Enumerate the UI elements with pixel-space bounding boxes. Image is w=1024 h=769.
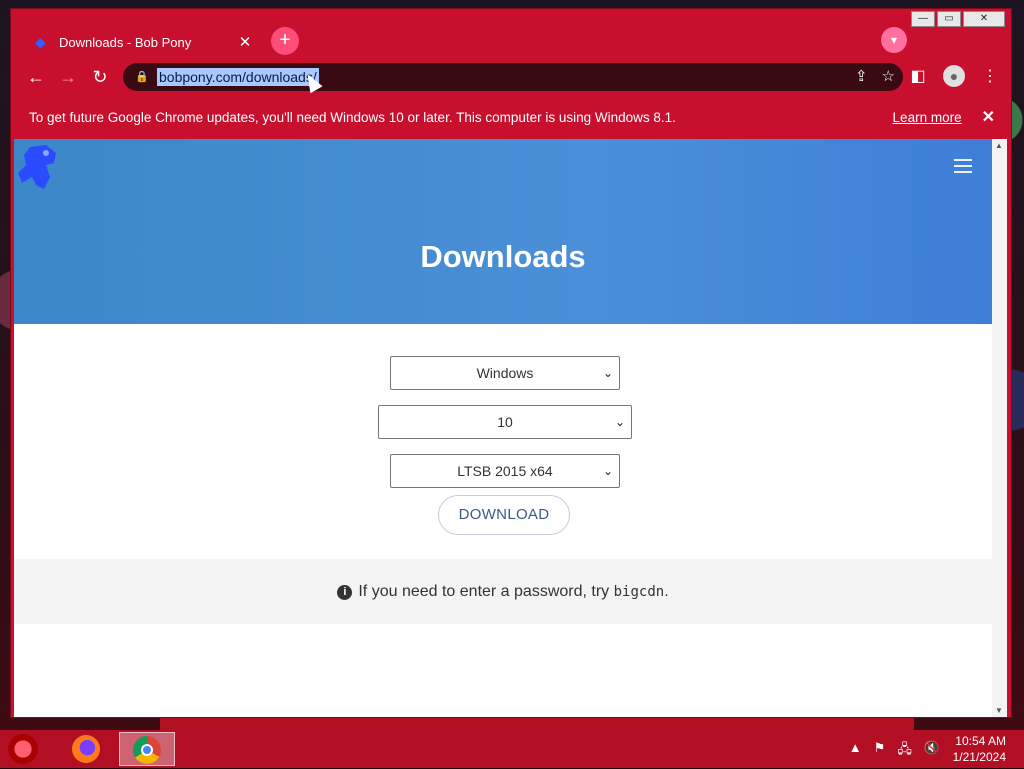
url-text[interactable]: bobpony.com/downloads/	[157, 68, 319, 86]
clock-date: 1/21/2024	[952, 750, 1006, 764]
password-notice: i If you need to enter a password, try bi…	[14, 559, 992, 624]
lock-icon[interactable]: 🔒	[135, 70, 149, 84]
firefox-icon	[72, 735, 100, 763]
page-header: Downloads	[14, 139, 992, 324]
show-hidden-icons-icon[interactable]: ▲	[849, 740, 862, 762]
close-window-button[interactable]: ✕	[963, 11, 1005, 27]
share-icon[interactable]: ⇪	[855, 67, 868, 85]
download-button[interactable]: DOWNLOAD	[438, 495, 570, 535]
learn-more-link[interactable]: Learn more	[893, 110, 962, 125]
scroll-up-icon[interactable]: ▲	[995, 141, 1003, 150]
info-icon: i	[337, 585, 353, 600]
os-select[interactable]: Windows ⌄	[390, 356, 620, 390]
page-viewport: Downloads Windows ⌄ 10 ⌄ LTSB 2015 x64 ⌄…	[14, 139, 1007, 717]
browser-tab[interactable]: ◆ Downloads - Bob Pony ✕	[25, 25, 261, 59]
tab-close-icon[interactable]: ✕	[235, 33, 255, 51]
volume-muted-icon[interactable]: 🔇	[924, 740, 940, 762]
infobar-message: To get future Google Chrome updates, you…	[29, 109, 676, 125]
edition-select-value: LTSB 2015 x64	[457, 463, 553, 479]
clock[interactable]: 10:54 AM 1/21/2024	[953, 733, 1006, 765]
title-bar: — ▭ ✕ ◆ Downloads - Bob Pony ✕ + ▾	[11, 9, 1011, 59]
taskbar: ▲ ⚑ 🖧 🔇 10:54 AM 1/21/2024	[0, 730, 1024, 768]
version-select[interactable]: 10 ⌄	[378, 405, 632, 439]
chrome-icon	[133, 736, 161, 764]
menu-kebab-icon[interactable]: ⋮	[979, 66, 1001, 86]
clock-time: 10:54 AM	[955, 734, 1006, 748]
chevron-down-icon: ⌄	[602, 366, 613, 380]
taskbar-chrome[interactable]	[119, 732, 175, 766]
hamburger-menu-icon[interactable]	[954, 159, 972, 177]
bookmark-star-icon[interactable]: ☆	[882, 67, 895, 85]
side-panel-icon[interactable]: ◧	[907, 66, 929, 86]
minimize-button[interactable]: —	[911, 11, 935, 27]
start-button[interactable]	[8, 734, 38, 764]
browser-window: — ▭ ✕ ◆ Downloads - Bob Pony ✕ + ▾ ← → ↻…	[10, 8, 1012, 718]
action-center-flag-icon[interactable]: ⚑	[874, 740, 886, 762]
vertical-scrollbar[interactable]: ▲ ▼	[992, 139, 1007, 717]
scroll-down-icon[interactable]: ▼	[995, 706, 1003, 715]
restore-button[interactable]: ▭	[937, 11, 961, 27]
taskbar-firefox[interactable]	[58, 732, 114, 766]
update-infobar: To get future Google Chrome updates, you…	[11, 96, 1011, 138]
back-icon[interactable]: ←	[24, 65, 48, 89]
edition-select[interactable]: LTSB 2015 x64 ⌄	[390, 454, 620, 488]
chevron-down-icon: ⌄	[602, 464, 613, 478]
password-code: bigcdn	[613, 584, 665, 600]
bob-pony-favicon-icon: ◆	[35, 34, 46, 50]
tab-search-button[interactable]: ▾	[881, 27, 907, 53]
new-tab-button[interactable]: +	[271, 27, 299, 55]
system-tray: ▲ ⚑ 🖧 🔇	[849, 740, 940, 762]
bob-pony-logo[interactable]	[16, 143, 62, 191]
notice-text: If you need to enter a password, try	[358, 583, 614, 600]
version-select-value: 10	[497, 414, 513, 430]
page-title: Downloads	[420, 239, 586, 274]
toolbar-right: ◧ ● ⋮	[907, 65, 1001, 87]
address-bar[interactable]: 🔒 bobpony.com/downloads/ ⇪ ☆	[123, 63, 903, 91]
notice-suffix: .	[664, 583, 669, 600]
network-icon[interactable]: 🖧	[897, 740, 912, 762]
os-select-value: Windows	[476, 365, 534, 381]
browser-toolbar: ← → ↻ 🔒 bobpony.com/downloads/ ⇪ ☆	[11, 59, 1011, 95]
infobar-close-icon[interactable]: ✕	[982, 107, 995, 127]
chevron-down-icon: ⌄	[614, 415, 625, 429]
forward-icon[interactable]: →	[56, 65, 80, 89]
reload-icon[interactable]: ↻	[88, 65, 112, 89]
profile-avatar-icon[interactable]: ●	[943, 65, 965, 87]
window-controls: — ▭ ✕	[911, 11, 1005, 27]
tab-title: Downloads - Bob Pony	[59, 34, 192, 50]
